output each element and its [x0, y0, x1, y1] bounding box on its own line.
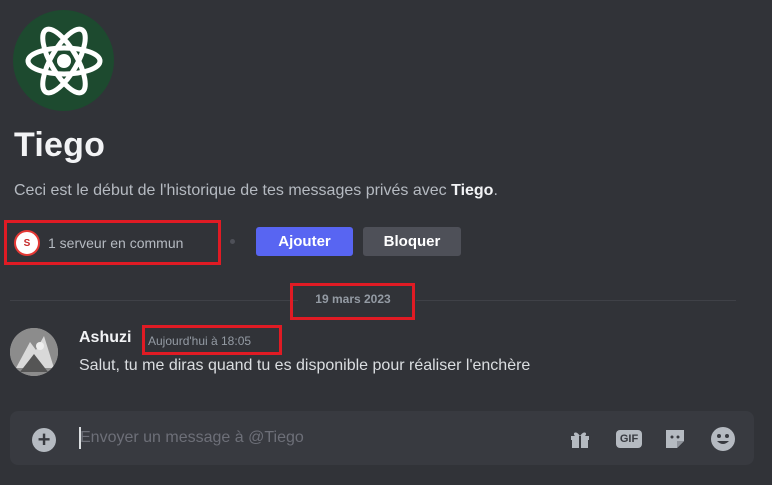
- author-avatar[interactable]: [10, 328, 58, 376]
- gift-icon[interactable]: [566, 425, 594, 453]
- add-friend-button[interactable]: Ajouter: [256, 227, 353, 256]
- message-content: Salut, tu me diras quand tu es disponibl…: [79, 357, 531, 374]
- mutual-servers[interactable]: S 1 serveur en commun: [14, 230, 183, 256]
- message-author[interactable]: Ashuzi: [79, 329, 131, 347]
- server-icon: S: [14, 230, 40, 256]
- message-input[interactable]: [80, 425, 540, 451]
- add-attachment-icon[interactable]: +: [32, 428, 56, 452]
- atom-icon: [25, 26, 102, 95]
- mutual-servers-label: 1 serveur en commun: [48, 235, 184, 251]
- date-divider-label: 19 mars 2023: [315, 292, 391, 306]
- gif-label: GIF: [615, 430, 643, 448]
- intro-name: Tiego: [451, 182, 494, 199]
- sticker-icon[interactable]: [661, 425, 689, 453]
- emoji-icon[interactable]: [709, 425, 737, 453]
- message-composer: + GIF: [10, 411, 754, 465]
- message-timestamp: Aujourd'hui à 18:05: [148, 334, 252, 348]
- block-button[interactable]: Bloquer: [363, 227, 461, 256]
- profile-name: Tiego: [14, 126, 106, 164]
- gif-button[interactable]: GIF: [615, 425, 643, 453]
- intro-suffix: .: [493, 182, 498, 199]
- profile-avatar[interactable]: [13, 10, 114, 111]
- dm-intro-text: Ceci est le début de l'historique de tes…: [14, 182, 498, 200]
- avatar-image-icon: [10, 328, 58, 376]
- separator-dot: [230, 239, 235, 244]
- intro-prefix: Ceci est le début de l'historique de tes…: [14, 182, 447, 199]
